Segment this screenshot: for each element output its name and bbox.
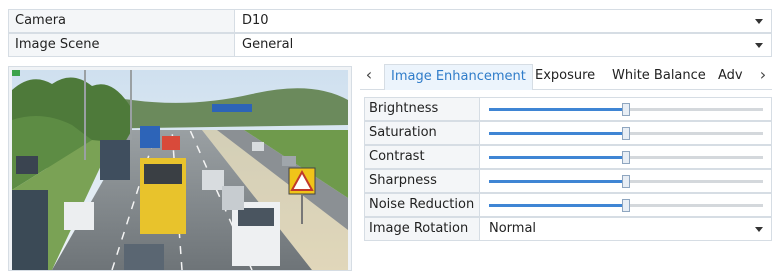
- tab-advanced[interactable]: Adv: [718, 64, 743, 90]
- brightness-slider-thumb[interactable]: [622, 103, 630, 116]
- sharpness-label: Sharpness: [365, 170, 480, 192]
- tab-bar: ‹ Image Enhancement Exposure White Balan…: [360, 64, 772, 90]
- saturation-slider[interactable]: [489, 127, 763, 140]
- tab-exposure[interactable]: Exposure: [535, 64, 595, 90]
- camera-value: D10: [242, 13, 269, 28]
- saturation-slider-thumb[interactable]: [622, 127, 630, 140]
- chevron-left-icon[interactable]: ‹: [360, 64, 378, 88]
- brightness-label: Brightness: [365, 98, 480, 120]
- sharpness-row: Sharpness: [364, 169, 772, 193]
- chevron-right-icon[interactable]: ›: [754, 64, 772, 88]
- contrast-slider-fill: [489, 156, 626, 159]
- chevron-down-icon: [755, 43, 763, 48]
- sharpness-slider-thumb[interactable]: [622, 175, 630, 188]
- camera-preview-image: [12, 70, 348, 270]
- contrast-slider[interactable]: [489, 151, 763, 164]
- saturation-label: Saturation: [365, 122, 480, 144]
- image-rotation-value: Normal: [489, 221, 537, 236]
- noise-reduction-slider[interactable]: [489, 199, 763, 212]
- contrast-slider-thumb[interactable]: [622, 151, 630, 164]
- tab-image-enhancement[interactable]: Image Enhancement: [384, 64, 533, 90]
- chevron-down-icon: [755, 19, 763, 24]
- image-scene-value: General: [242, 37, 294, 52]
- image-rotation-select[interactable]: Normal: [481, 218, 771, 240]
- brightness-row: Brightness: [364, 97, 772, 121]
- image-rotation-row: Image Rotation Normal: [364, 217, 772, 241]
- noise-reduction-slider-thumb[interactable]: [622, 199, 630, 212]
- chevron-down-icon: [755, 227, 763, 232]
- contrast-row: Contrast: [364, 145, 772, 169]
- brightness-slider[interactable]: [489, 103, 763, 116]
- sharpness-slider-fill: [489, 180, 626, 183]
- saturation-row: Saturation: [364, 121, 772, 145]
- image-scene-select[interactable]: General: [238, 34, 771, 56]
- camera-select-row: Camera D10: [8, 9, 772, 33]
- image-settings-panel: ‹ Image Enhancement Exposure White Balan…: [360, 64, 772, 271]
- contrast-label: Contrast: [365, 146, 480, 168]
- image-rotation-label: Image Rotation: [365, 218, 480, 240]
- noise-reduction-row: Noise Reduction: [364, 193, 772, 217]
- image-scene-label: Image Scene: [9, 34, 235, 56]
- tab-white-balance[interactable]: White Balance: [612, 64, 706, 90]
- noise-reduction-slider-fill: [489, 204, 626, 207]
- image-scene-select-row: Image Scene General: [8, 33, 772, 57]
- saturation-slider-fill: [489, 132, 626, 135]
- camera-label: Camera: [9, 10, 235, 32]
- brightness-slider-fill: [489, 108, 626, 111]
- live-preview: [8, 66, 352, 271]
- sharpness-slider[interactable]: [489, 175, 763, 188]
- camera-select[interactable]: D10: [238, 10, 771, 32]
- noise-reduction-label: Noise Reduction: [365, 194, 480, 216]
